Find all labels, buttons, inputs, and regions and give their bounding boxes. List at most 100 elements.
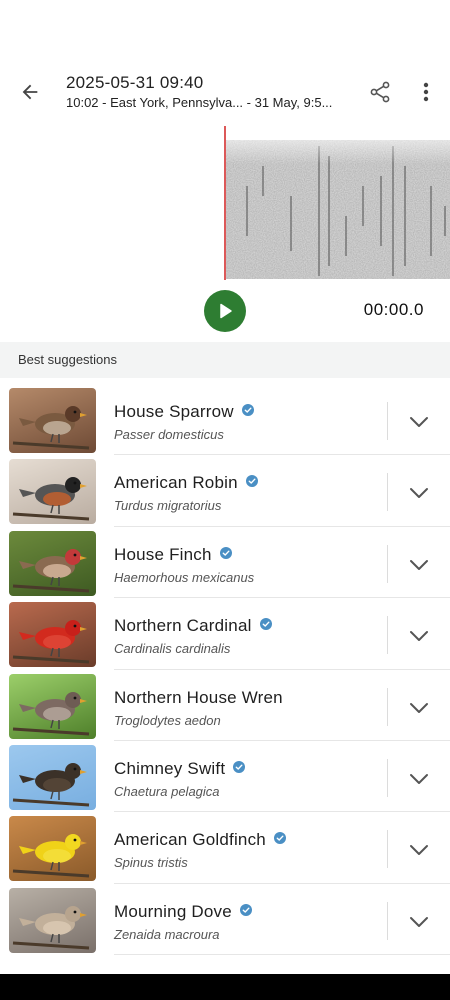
scientific-name: Turdus migratorius xyxy=(114,498,222,514)
scientific-name: Spinus tristis xyxy=(114,855,188,871)
share-icon xyxy=(370,81,390,103)
verified-badge-icon xyxy=(245,475,258,488)
bird-illustration xyxy=(12,691,90,736)
row-divider xyxy=(387,687,388,726)
row-divider xyxy=(387,473,388,512)
chevron-down-icon xyxy=(410,773,428,784)
chevron-down-icon xyxy=(410,916,428,927)
section-header: Best suggestions xyxy=(0,342,450,378)
bird-illustration xyxy=(12,905,90,950)
scientific-name: Chaetura pelagica xyxy=(114,783,220,799)
row-divider xyxy=(387,758,388,797)
verified-badge-icon xyxy=(273,832,286,845)
bird-thumbnail xyxy=(9,744,96,810)
bird-thumbnail xyxy=(9,459,96,525)
suggestion-row[interactable]: House Finch Haemorhous mexicanus xyxy=(0,527,450,599)
common-name-text: American Goldfinch xyxy=(114,830,266,850)
suggestion-row[interactable]: American Robin Turdus migratorius xyxy=(0,455,450,527)
suggestion-row[interactable]: American Goldfinch Spinus tristis xyxy=(0,812,450,884)
expand-button[interactable] xyxy=(400,475,438,511)
bird-thumbnail xyxy=(9,673,96,739)
expand-button[interactable] xyxy=(400,761,438,797)
suggestion-row[interactable]: Northern Cardinal Cardinalis cardinalis xyxy=(0,598,450,670)
common-name: House Sparrow xyxy=(114,402,254,422)
verified-badge-icon xyxy=(233,760,246,773)
share-button[interactable] xyxy=(364,76,396,108)
bird-illustration xyxy=(12,548,90,593)
recording-title: 2025-05-31 09:40 xyxy=(66,73,204,92)
bird-illustration xyxy=(12,406,90,450)
expand-button[interactable] xyxy=(400,547,438,583)
row-divider xyxy=(387,616,388,655)
chevron-down-icon xyxy=(410,488,428,499)
common-name-text: House Sparrow xyxy=(114,402,234,421)
chevron-down-icon xyxy=(410,631,428,642)
spectrogram-image xyxy=(224,126,450,280)
bird-thumbnail xyxy=(9,530,96,596)
system-navigation-bar xyxy=(0,974,450,1000)
common-name: American Robin xyxy=(114,473,258,493)
verified-badge-icon xyxy=(219,546,232,559)
expand-button[interactable] xyxy=(400,690,438,726)
suggestion-row[interactable]: House Sparrow Passer domesticus xyxy=(0,384,450,456)
common-name-text: Chimney Swift xyxy=(114,758,226,778)
common-name: Northern House Wren xyxy=(114,688,283,708)
bird-thumbnail xyxy=(9,388,96,453)
scientific-name: Cardinalis cardinalis xyxy=(114,641,231,657)
player-controls: 00:00.0 xyxy=(0,284,450,340)
row-separator xyxy=(114,954,450,956)
common-name-text: Northern House Wren xyxy=(114,687,283,707)
chevron-down-icon xyxy=(410,845,428,856)
common-name-text: House Finch xyxy=(114,544,212,564)
app-bar: 2025-05-31 09:40 10:02 - East York, Penn… xyxy=(0,60,450,122)
row-divider xyxy=(387,830,388,869)
expand-button[interactable] xyxy=(400,404,438,440)
playback-time: 00:00.0 xyxy=(363,300,424,319)
more-options-button[interactable] xyxy=(412,76,440,108)
bird-illustration xyxy=(12,477,90,521)
expand-button[interactable] xyxy=(400,904,438,940)
section-title: Best suggestions xyxy=(18,352,118,367)
chevron-down-icon xyxy=(410,559,428,570)
common-name-text: American Robin xyxy=(114,473,238,493)
row-divider xyxy=(387,544,388,583)
suggestion-row[interactable]: Northern House Wren Troglodytes aedon xyxy=(0,670,450,741)
common-name-text: Mourning Dove xyxy=(114,901,232,921)
scientific-name: Haemorhous mexicanus xyxy=(114,569,255,585)
chevron-down-icon xyxy=(410,417,428,427)
arrow-back-icon xyxy=(22,84,38,100)
bird-thumbnail xyxy=(9,816,96,882)
verified-badge-icon xyxy=(259,618,272,631)
expand-button[interactable] xyxy=(400,618,438,654)
bird-illustration xyxy=(12,762,90,807)
common-name: House Finch xyxy=(114,545,232,565)
play-button[interactable] xyxy=(204,290,246,332)
row-divider xyxy=(387,402,388,440)
chevron-down-icon xyxy=(410,702,428,713)
common-name: Mourning Dove xyxy=(114,902,252,922)
back-button[interactable] xyxy=(12,74,48,110)
play-icon xyxy=(220,303,232,319)
spectrogram[interactable] xyxy=(0,126,450,282)
bird-illustration xyxy=(12,620,90,664)
more-vert-icon xyxy=(423,82,429,102)
scientific-name: Zenaida macroura xyxy=(114,926,220,942)
suggestion-row[interactable]: Chimney Swift Chaetura pelagica xyxy=(0,741,450,813)
header-titles: 2025-05-31 09:40 10:02 - East York, Penn… xyxy=(66,72,356,112)
common-name: American Goldfinch xyxy=(114,830,286,850)
suggestion-list: House Sparrow Passer domesticus American… xyxy=(0,384,450,956)
bird-thumbnail xyxy=(9,602,96,668)
scientific-name: Troglodytes aedon xyxy=(114,712,221,728)
recording-subtitle: 10:02 - East York, Pennsylva... - 31 May… xyxy=(66,95,333,110)
common-name-text: Northern Cardinal xyxy=(114,616,252,636)
verified-badge-icon xyxy=(241,404,254,416)
bird-thumbnail xyxy=(9,887,96,953)
scientific-name: Passer domesticus xyxy=(114,427,224,442)
expand-button[interactable] xyxy=(400,832,438,868)
row-divider xyxy=(387,901,388,940)
common-name: Northern Cardinal xyxy=(114,616,272,636)
verified-badge-icon xyxy=(239,903,252,916)
common-name: Chimney Swift xyxy=(114,758,246,779)
suggestion-row[interactable]: Mourning Dove Zenaida macroura xyxy=(0,884,450,956)
bird-illustration xyxy=(12,834,90,878)
